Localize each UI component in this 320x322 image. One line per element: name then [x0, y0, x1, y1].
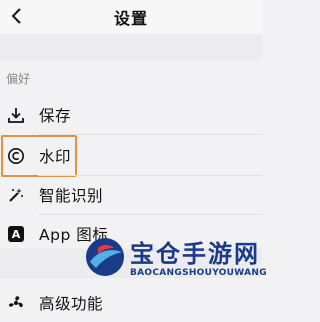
section-header-preferences: 偏好 — [6, 72, 31, 86]
settings-row-label: 智能识别 — [39, 187, 104, 205]
section-separator — [0, 34, 262, 60]
highlight-box — [1, 135, 77, 177]
download-icon — [7, 106, 25, 124]
watermark-logo-icon — [86, 238, 124, 276]
site-watermark: 宝仓手游网 BAOCANGSHOUYOUWANG — [80, 232, 267, 306]
settings-row-smart-recognition[interactable]: 智能识别 — [0, 176, 262, 214]
magic-wand-icon — [7, 186, 25, 204]
app-letter-a-icon: A — [7, 225, 25, 243]
page-title: 设置 — [113, 9, 148, 28]
fan-icon — [7, 294, 25, 312]
settings-row-save[interactable]: 保存 — [0, 96, 262, 134]
settings-row-label: 保存 — [39, 107, 72, 125]
navigation-bar: 设置 — [0, 0, 262, 34]
watermark-title: 宝仓手游网 — [130, 240, 260, 268]
watermark-subtitle: BAOCANGSHOUYOUWANG — [130, 268, 267, 278]
